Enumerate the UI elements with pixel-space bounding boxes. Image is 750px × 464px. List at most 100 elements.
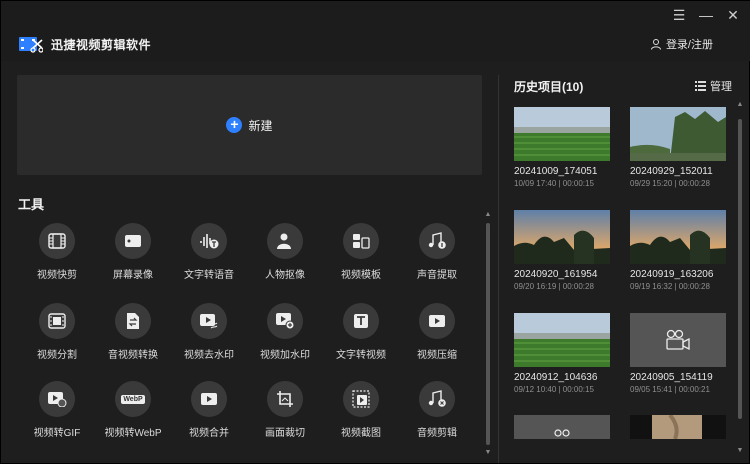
history-item[interactable]: 20240912_104636 09/12 10:40 | 00:00:15 [514, 313, 610, 394]
tool-video-split[interactable]: 视频分割 [17, 303, 97, 363]
history-item-name: 20240920_161954 [514, 269, 598, 280]
thumbnail [514, 415, 610, 439]
list-icon [695, 81, 706, 91]
title-bar: 迅捷视频剪辑软件 ☰ — ✕ 登录/注册 [1, 1, 750, 61]
app-logo-icon [19, 37, 43, 53]
tool-label: 文字转视频 [336, 350, 386, 361]
scroll-down-icon[interactable]: ▼ [736, 447, 744, 455]
gif-icon [39, 381, 75, 417]
history-item-name: 20240919_163206 [630, 269, 714, 280]
thumbnail [514, 313, 610, 367]
tool-label: 文字转语音 [184, 270, 234, 281]
tool-video-screenshot[interactable]: 视频截图 [321, 381, 401, 441]
scroll-up-icon[interactable]: ▲ [736, 101, 744, 109]
panel-divider [498, 75, 499, 463]
history-item[interactable] [630, 415, 726, 439]
minimize-button[interactable]: — [698, 7, 714, 23]
close-button[interactable]: ✕ [725, 7, 741, 23]
app-window: 迅捷视频剪辑软件 ☰ — ✕ 登录/注册 + 新建 工具 视频快剪 屏幕录像 文… [0, 0, 750, 464]
history-title: 历史项目(10) [514, 80, 584, 94]
tool-portrait-cutout[interactable]: 人物抠像 [245, 223, 325, 283]
tool-crop[interactable]: 画面裁切 [245, 381, 325, 441]
webp-icon: WebP [115, 381, 151, 417]
login-button[interactable]: 登录/注册 [650, 36, 713, 52]
tool-label: 音频剪辑 [417, 428, 457, 439]
tool-text-to-video[interactable]: 文字转视频 [321, 303, 401, 363]
tools-heading: 工具 [18, 197, 45, 212]
screen-record-icon [115, 223, 151, 259]
scrollbar-thumb[interactable] [738, 119, 742, 419]
scrollbar-thumb[interactable] [486, 223, 490, 445]
tool-label: 视频快剪 [37, 270, 77, 281]
text-to-video-icon [343, 303, 379, 339]
history-item[interactable]: 20240919_163206 09/19 16:32 | 00:00:28 [630, 210, 726, 291]
tool-audio-extract[interactable]: 声音提取 [397, 223, 477, 283]
history-item-name: 20240905_154119 [630, 372, 713, 383]
menu-icon[interactable]: ☰ [671, 7, 687, 23]
tool-label: 视频模板 [341, 270, 381, 281]
template-icon [343, 223, 379, 259]
history-item[interactable]: 20240920_161954 09/20 16:19 | 00:00:28 [514, 210, 610, 291]
manage-label: 管理 [710, 81, 732, 93]
history-item[interactable]: 20240929_152011 09/29 15:20 | 00:00:28 [630, 107, 726, 188]
history-item[interactable]: 20241009_174051 10/09 17:40 | 00:00:15 [514, 107, 610, 188]
video-camera-icon [666, 329, 690, 351]
tools-scrollbar[interactable]: ▲ ▼ [484, 211, 492, 459]
tool-video-to-webp[interactable]: WebP 视频转WebP [93, 381, 173, 441]
history-item-name: 20240912_104636 [514, 372, 598, 383]
scroll-up-icon[interactable]: ▲ [484, 211, 492, 219]
login-label: 登录/注册 [665, 39, 713, 51]
tool-video-template[interactable]: 视频模板 [321, 223, 401, 283]
history-item-meta: 10/09 17:40 | 00:00:15 [514, 179, 594, 188]
history-item-meta: 09/05 15:41 | 00:00:21 [630, 385, 710, 394]
history-item-meta: 09/19 16:32 | 00:00:28 [630, 282, 710, 291]
history-item[interactable] [514, 415, 610, 439]
tool-remove-watermark[interactable]: 视频去水印 [169, 303, 249, 363]
tool-video-merge[interactable]: 视频合并 [169, 381, 249, 441]
tool-label: 视频转GIF [33, 428, 81, 439]
tool-add-watermark[interactable]: 视频加水印 [245, 303, 325, 363]
webp-badge: WebP [121, 394, 145, 404]
tool-audio-edit[interactable]: 音频剪辑 [397, 381, 477, 441]
tool-label: 视频合并 [189, 428, 229, 439]
history-item[interactable]: 20240905_154119 09/05 15:41 | 00:00:21 [630, 313, 726, 394]
manage-button[interactable]: 管理 [695, 78, 732, 94]
tool-label: 视频分割 [37, 350, 77, 361]
tool-label: 音视频转换 [108, 350, 158, 361]
tool-label: 视频加水印 [260, 350, 310, 361]
add-watermark-icon [267, 303, 303, 339]
history-item-meta: 09/20 16:19 | 00:00:28 [514, 282, 594, 291]
app-title: 迅捷视频剪辑软件 [51, 38, 152, 52]
tool-text-to-speech[interactable]: 文字转语音 [169, 223, 249, 283]
tool-label: 画面裁切 [265, 428, 305, 439]
tool-label: 人物抠像 [265, 270, 305, 281]
tool-label: 视频截图 [341, 428, 381, 439]
tool-video-to-gif[interactable]: 视频转GIF [17, 381, 97, 441]
remove-watermark-icon [191, 303, 227, 339]
scroll-down-icon[interactable]: ▼ [484, 449, 492, 457]
video-split-icon [39, 303, 75, 339]
tool-label: 屏幕录像 [113, 270, 153, 281]
screenshot-icon [343, 381, 379, 417]
tool-label: 视频转WebP [104, 428, 162, 439]
video-camera-icon [554, 429, 570, 437]
thumbnail [630, 313, 726, 367]
portrait-cutout-icon [267, 223, 303, 259]
thumbnail [630, 107, 726, 161]
thumbnail [630, 210, 726, 264]
tool-screen-record[interactable]: 屏幕录像 [93, 223, 173, 283]
audio-extract-icon [419, 223, 455, 259]
tool-video-quick-cut[interactable]: 视频快剪 [17, 223, 97, 283]
new-project-label: 新建 [248, 118, 273, 133]
text-to-speech-icon [191, 223, 227, 259]
tool-label: 视频去水印 [184, 350, 234, 361]
crop-icon [267, 381, 303, 417]
history-item-name: 20241009_174051 [514, 166, 598, 177]
film-icon [39, 223, 75, 259]
new-project-button[interactable]: + 新建 [17, 75, 482, 175]
thumbnail [514, 107, 610, 161]
history-scrollbar[interactable]: ▲ ▼ [736, 101, 744, 459]
tool-video-compress[interactable]: 视频压缩 [397, 303, 477, 363]
tool-av-convert[interactable]: 音视频转换 [93, 303, 173, 363]
history-item-meta: 09/29 15:20 | 00:00:28 [630, 179, 710, 188]
